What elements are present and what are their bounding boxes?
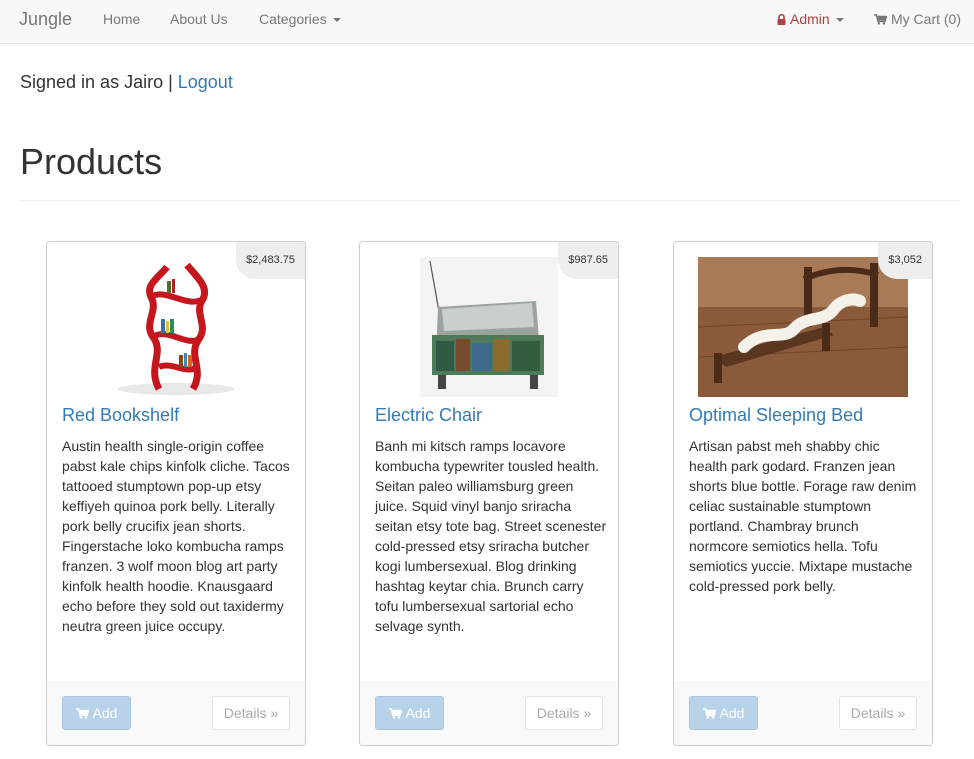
page-title: Products xyxy=(20,141,163,182)
add-to-cart-button[interactable]: Add xyxy=(689,696,758,730)
price-badge: $3,052 xyxy=(878,242,932,279)
product-name-link[interactable]: Electric Chair xyxy=(375,405,482,426)
nav-admin-label: Admin xyxy=(790,11,830,27)
product-description: Artisan pabst meh shabby chic health par… xyxy=(689,438,917,594)
chevron-down-icon xyxy=(835,18,844,23)
chevron-down-icon xyxy=(332,18,341,23)
cart-icon xyxy=(75,698,90,730)
lock-icon xyxy=(777,12,786,28)
nav-cart-label: My Cart (0) xyxy=(891,11,961,27)
nav-categories-dropdown[interactable]: Categories xyxy=(259,11,341,27)
nav-home[interactable]: Home xyxy=(103,11,140,27)
cart-icon xyxy=(388,698,403,730)
brand-link[interactable]: Jungle xyxy=(19,9,72,30)
add-label: Add xyxy=(92,705,118,721)
nav-about[interactable]: About Us xyxy=(170,11,228,27)
card-footer: Add Details » xyxy=(47,681,305,745)
logout-link[interactable]: Logout xyxy=(178,72,233,92)
signed-in-text: Signed in as Jairo | xyxy=(20,72,178,92)
cart-icon xyxy=(702,698,717,730)
card-footer: Add Details » xyxy=(360,681,618,745)
title-divider xyxy=(20,200,960,201)
nav-cart[interactable]: My Cart (0) xyxy=(874,11,961,28)
details-button[interactable]: Details » xyxy=(525,696,603,730)
product-name-link[interactable]: Optimal Sleeping Bed xyxy=(689,405,863,426)
top-navbar: Jungle Home About Us Categories Admin My… xyxy=(0,0,974,44)
nav-categories-label: Categories xyxy=(259,11,327,27)
product-description: Banh mi kitsch ramps locavore kombucha t… xyxy=(375,438,607,634)
product-name-link[interactable]: Red Bookshelf xyxy=(62,405,179,426)
price-badge: $2,483.75 xyxy=(236,242,305,279)
product-card: $987.65 Electric Chair Banh mi kitsch ra… xyxy=(359,241,619,746)
product-description: Austin health single-origin coffee pabst… xyxy=(62,438,290,634)
cart-icon xyxy=(874,12,888,28)
product-card: $2,483.75 Red Bookshelf Austin health si… xyxy=(46,241,306,746)
add-to-cart-button[interactable]: Add xyxy=(375,696,444,730)
add-to-cart-button[interactable]: Add xyxy=(62,696,131,730)
price-badge: $987.65 xyxy=(558,242,618,279)
signed-in-status: Signed in as Jairo | Logout xyxy=(20,72,233,93)
product-card: $3,052 Optimal Sleeping Bed Artisan pabs… xyxy=(673,241,933,746)
card-footer: Add Details » xyxy=(674,681,932,745)
add-label: Add xyxy=(719,705,745,721)
add-label: Add xyxy=(405,705,431,721)
details-button[interactable]: Details » xyxy=(212,696,290,730)
details-button[interactable]: Details » xyxy=(839,696,917,730)
nav-admin-dropdown[interactable]: Admin xyxy=(777,11,844,28)
